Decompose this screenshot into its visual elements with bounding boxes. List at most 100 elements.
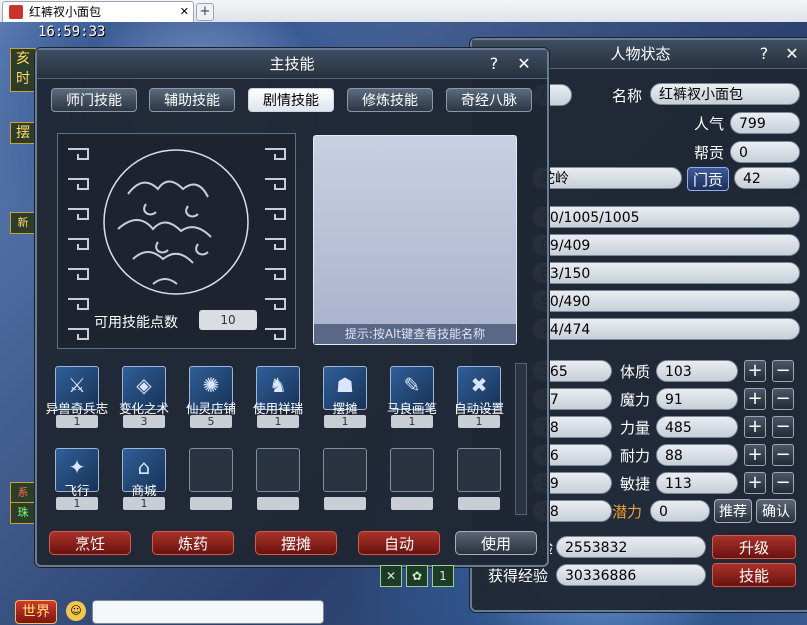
tab-assist-skills[interactable]: 辅助技能 xyxy=(149,88,235,112)
world-channel-button[interactable]: 世界 xyxy=(15,600,57,624)
plus-button[interactable]: + xyxy=(744,416,766,438)
emoji-icon[interactable]: ☺ xyxy=(66,601,86,621)
use-button[interactable]: 使用 xyxy=(455,531,537,555)
skill-level: 1 xyxy=(391,415,433,428)
browser-tab-title: 红裤衩小面包 xyxy=(29,5,102,19)
cooking-button[interactable]: 烹饪 xyxy=(49,531,131,555)
attr-label: 力量 xyxy=(620,419,651,437)
empty-skill-slot[interactable] xyxy=(323,448,367,492)
sword-icon: ⚔ xyxy=(68,373,86,397)
skill-points-value: 10 xyxy=(199,310,257,330)
brush-icon: ✎ xyxy=(403,373,421,397)
chat-input[interactable] xyxy=(92,600,324,624)
hp-bar: 70/1005/1005 xyxy=(532,206,800,228)
system-badge[interactable]: 系 xyxy=(10,482,36,504)
attr-value: 103 xyxy=(656,360,738,382)
upgrade-button[interactable]: 升级 xyxy=(712,535,796,559)
close-tab-icon[interactable]: ✕ xyxy=(180,2,189,22)
name-field: 红裤衩小面包 xyxy=(650,83,800,105)
plus-button[interactable]: + xyxy=(744,472,766,494)
gained-experience-field: 30336886 xyxy=(556,564,706,586)
gained-experience-label: 获得经验 xyxy=(488,567,549,585)
minus-button[interactable]: − xyxy=(772,444,794,466)
recommend-button[interactable]: 推荐 xyxy=(714,499,752,523)
beast-icon: ♞ xyxy=(269,373,287,397)
alt-hint-text: 提示:按Alt键查看技能名称 xyxy=(314,324,516,344)
skill-level: 1 xyxy=(56,415,98,428)
empty-skill-slot[interactable] xyxy=(189,448,233,492)
skill-level: 1 xyxy=(56,497,98,510)
empty-skill-level xyxy=(324,497,366,510)
sect-contribution-field: 42 xyxy=(734,167,800,189)
skill-points-label: 可用技能点数 xyxy=(94,315,178,331)
potential-label: 潜力 xyxy=(612,503,643,521)
skill-level: 5 xyxy=(190,415,232,428)
empty-skill-level xyxy=(257,497,299,510)
plus-button[interactable]: + xyxy=(744,388,766,410)
experience-field: 2553832 xyxy=(556,536,706,558)
attr-label: 敏捷 xyxy=(620,475,651,493)
plus-button[interactable]: + xyxy=(744,360,766,382)
skill-level: 1 xyxy=(458,415,500,428)
sect-contribution-button[interactable]: 门贡 xyxy=(687,167,729,191)
minus-button[interactable]: − xyxy=(772,416,794,438)
close-icon[interactable]: ✕ xyxy=(781,43,803,65)
browser-tab-strip: 红裤衩小面包 ✕ + xyxy=(0,0,807,23)
pearl-badge[interactable]: 珠 xyxy=(10,502,36,524)
empty-skill-level xyxy=(458,497,500,510)
name-label: 名称 xyxy=(612,87,643,105)
stall-badge[interactable]: 摆 xyxy=(10,122,36,144)
popularity-field: 799 xyxy=(730,112,800,134)
popularity-label: 人气 xyxy=(694,115,725,133)
game-clock: 16:59:33 xyxy=(38,24,106,40)
minus-button[interactable]: − xyxy=(772,388,794,410)
attr-label: 魔力 xyxy=(620,391,651,409)
time-badge[interactable]: 亥时 xyxy=(10,48,36,92)
skill-level: 3 xyxy=(123,415,165,428)
empty-skill-slot[interactable] xyxy=(256,448,300,492)
close-icon[interactable]: ✕ xyxy=(513,53,535,75)
plus-button[interactable]: + xyxy=(744,444,766,466)
shop-icon: ✺ xyxy=(202,373,220,397)
browser-tab[interactable]: 红裤衩小面包 ✕ xyxy=(2,1,194,22)
skill-list-scrollbar[interactable] xyxy=(515,363,527,515)
new-tab-button[interactable]: + xyxy=(196,3,214,21)
confirm-button[interactable]: 确认 xyxy=(756,499,796,523)
mirror-icon: ◈ xyxy=(136,373,152,397)
gear-icon[interactable]: ✿ xyxy=(406,565,428,587)
stall-button[interactable]: 摆摊 xyxy=(255,531,337,555)
empty-skill-level xyxy=(190,497,232,510)
attr-label: 耐力 xyxy=(620,447,651,465)
help-icon[interactable]: ? xyxy=(483,53,505,75)
mall-icon: ⌂ xyxy=(137,455,151,479)
main-skill-title: 主技能 xyxy=(37,50,547,79)
skill-description-box: 提示:按Alt键查看技能名称 xyxy=(313,135,517,345)
attr-value: 88 xyxy=(656,444,738,466)
empty-skill-level xyxy=(391,497,433,510)
skill-button[interactable]: 技能 xyxy=(712,563,796,587)
tab-story-skills[interactable]: 剧情技能 xyxy=(248,88,334,112)
sword-toggle-icon[interactable]: ✕ xyxy=(380,565,402,587)
slot-one-icon[interactable]: 1 xyxy=(432,565,454,587)
main-skill-panel: 主技能 ? ✕ 师门技能 辅助技能 剧情技能 修炼技能 奇经八脉 可用技能点数 … xyxy=(35,48,549,567)
minus-button[interactable]: − xyxy=(772,360,794,382)
attr-value: 485 xyxy=(656,416,738,438)
auto-icon: ✖ xyxy=(470,373,488,397)
auto-button[interactable]: 自动 xyxy=(358,531,440,555)
tab-meridian-skills[interactable]: 奇经八脉 xyxy=(446,88,532,112)
tab-school-skills[interactable]: 师门技能 xyxy=(51,88,137,112)
empty-skill-slot[interactable] xyxy=(457,448,501,492)
mp-bar: 09/409 xyxy=(532,234,800,256)
help-icon[interactable]: ? xyxy=(753,43,775,65)
contribution-field: 0 xyxy=(730,141,800,163)
minus-button[interactable]: − xyxy=(772,472,794,494)
tab-cultivation-skills[interactable]: 修炼技能 xyxy=(347,88,433,112)
game-favicon-icon xyxy=(9,5,23,19)
empty-skill-slot[interactable] xyxy=(390,448,434,492)
new-badge[interactable]: 新 xyxy=(10,212,36,234)
alchemy-button[interactable]: 炼药 xyxy=(152,531,234,555)
contribution-label: 帮贡 xyxy=(694,144,725,162)
school-field: 驼岭 xyxy=(532,167,682,189)
potential-field: 0 xyxy=(650,500,710,522)
skill-level: 1 xyxy=(324,415,366,428)
